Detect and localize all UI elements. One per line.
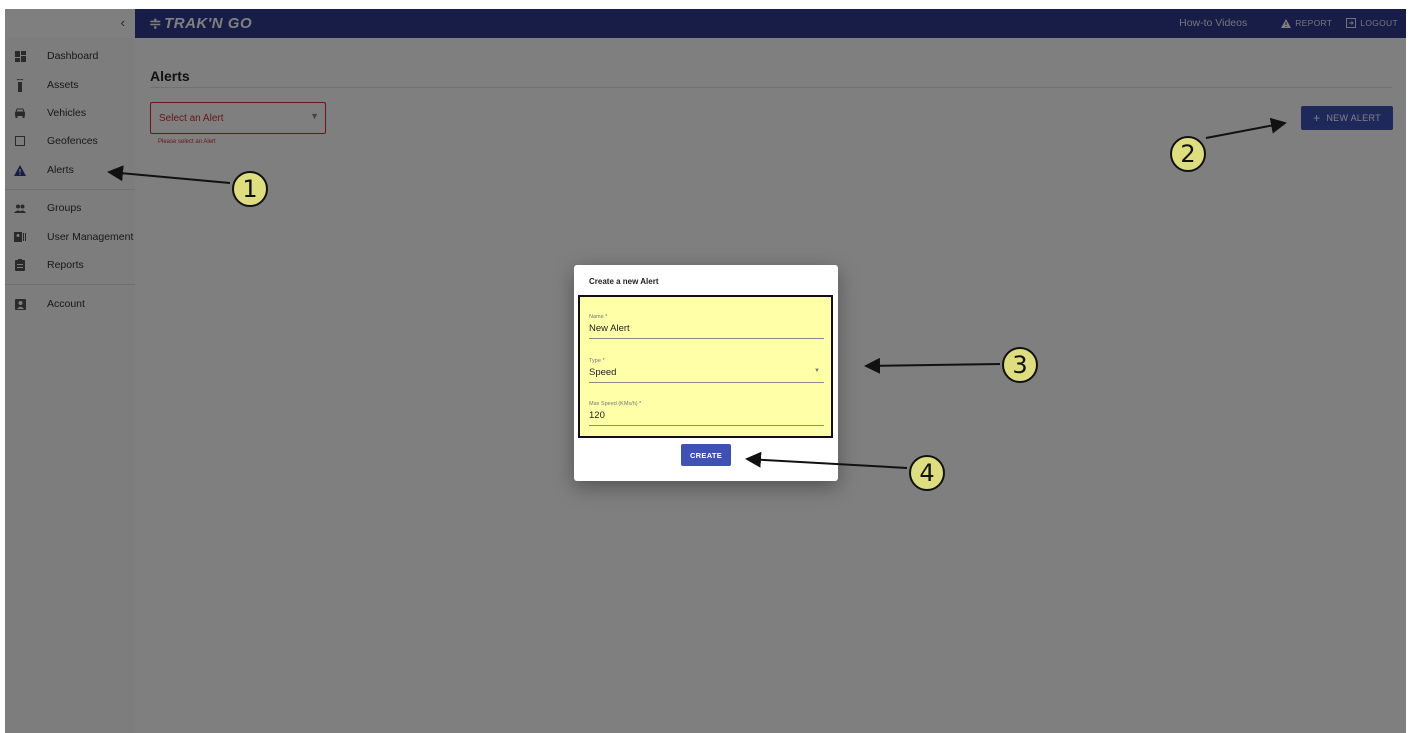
annotation-badge-3: 3 [1002, 347, 1038, 383]
annotation-arrows [107, 117, 1287, 469]
annotation-badge-1: 1 [232, 171, 268, 207]
arrow-1 [107, 165, 231, 184]
annotation-badge-2: 2 [1170, 136, 1206, 172]
arrow-2 [1205, 117, 1287, 139]
app-frame: ‹ ≑TRAK'N GO How-to Videos REPORT LOGOUT… [5, 9, 1406, 733]
annotation-badge-4: 4 [909, 455, 945, 491]
arrow-3 [864, 357, 1001, 374]
arrow-4 [745, 451, 908, 469]
